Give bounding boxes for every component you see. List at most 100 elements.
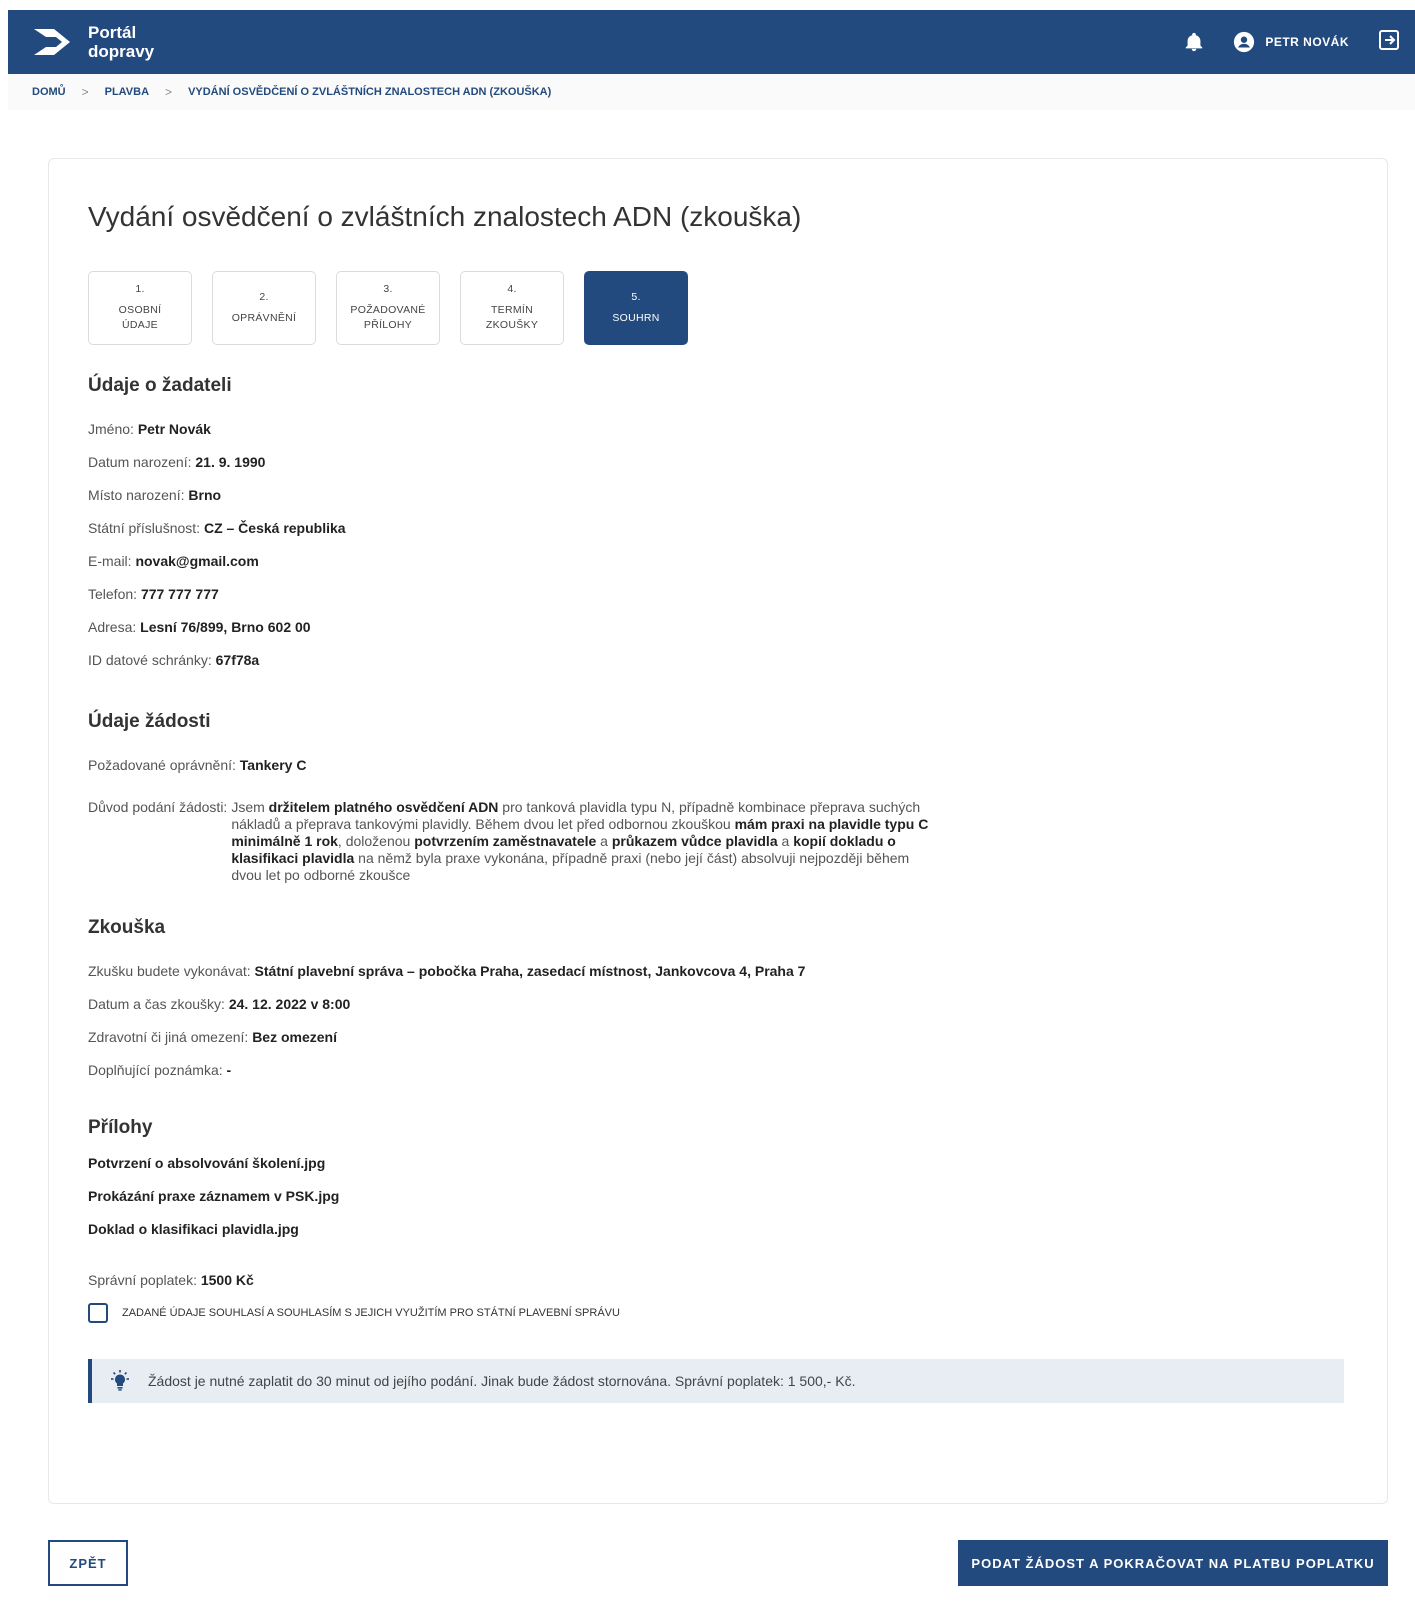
breadcrumb-separator-icon: > <box>81 85 89 99</box>
applicant-name-row: Jméno: Petr Novák <box>88 421 211 437</box>
field-label: Správní poplatek: <box>88 1272 197 1288</box>
field-label: Státní příslušnost: <box>88 520 201 536</box>
attachment-file[interactable]: Potvrzení o absolvování školení.jpg <box>88 1155 325 1171</box>
top-header: Portál dopravy PETR NOVÁK <box>8 10 1415 74</box>
reason-row: Důvod podání žádosti: Jsem držitelem pla… <box>88 799 943 884</box>
step-number: 5. <box>631 290 641 303</box>
step-5[interactable]: 5. SOUHRN <box>584 271 688 345</box>
field-value: 24. 12. 2022 v 8:00 <box>228 996 351 1012</box>
step-3[interactable]: 3. POŽADOVANÉ PŘÍLOHY <box>336 271 440 345</box>
breadcrumb-home[interactable]: DOMŮ <box>32 86 66 98</box>
user-menu[interactable]: PETR NOVÁK <box>1233 31 1349 53</box>
step-1[interactable]: 1. OSOBNÍ ÚDAJE <box>88 271 192 345</box>
logo-text: Portál dopravy <box>88 23 154 61</box>
step-label: SOUHRN <box>612 311 660 324</box>
logo-icon <box>34 29 70 55</box>
reason-part: průkazem vůdce plavidla <box>611 833 778 849</box>
applicant-databox-row: ID datové schránky: 67f78a <box>88 652 259 668</box>
logo-line2: dopravy <box>88 42 155 61</box>
stepper: 1. OSOBNÍ ÚDAJE 2. OPRÁVNĚNÍ 3. POŽADOVA… <box>88 271 708 345</box>
step-number: 3. <box>383 283 393 295</box>
applicant-phone-row: Telefon: 777 777 777 <box>88 586 219 602</box>
field-label: Telefon: <box>88 586 138 602</box>
consent-row: ZADANÉ ÚDAJE SOUHLASÍ A SOUHLASÍM S JEJI… <box>88 1303 620 1323</box>
header-actions: PETR NOVÁK <box>1183 28 1401 57</box>
payment-info-text: Žádost je nutné zaplatit do 30 minut od … <box>148 1373 856 1389</box>
reason-part: , doloženou <box>337 833 415 849</box>
field-value: Státní plavební správa – pobočka Praha, … <box>254 963 806 979</box>
submit-and-pay-button[interactable]: PODAT ŽÁDOST A POKRAČOVAT NA PLATBU POPL… <box>958 1540 1388 1586</box>
logout-button[interactable] <box>1377 28 1401 57</box>
field-value: 67f78a <box>215 652 260 668</box>
back-button[interactable]: ZPĚT <box>48 1540 128 1586</box>
page: Portál dopravy PETR NOVÁK DOMŮ > PLAVBA … <box>0 0 1415 1610</box>
page-title: Vydání osvědčení o zvláštních znalostech… <box>88 201 802 232</box>
request-heading: Údaje žádosti <box>88 711 211 732</box>
applicant-nationality-row: Státní příslušnost: CZ – Česká republika <box>88 520 346 536</box>
logo-line1: Portál <box>88 23 137 42</box>
step-number: 4. <box>507 283 517 295</box>
applicant-heading: Údaje o žadateli <box>88 375 232 396</box>
reason-part: Jsem <box>231 799 269 815</box>
field-label: Datum narození: <box>88 454 192 470</box>
bell-icon[interactable] <box>1183 31 1205 53</box>
step-label: OPRÁVNĚNÍ <box>231 311 297 324</box>
step-label: OSOBNÍ ÚDAJE <box>118 304 162 331</box>
exam-heading: Zkouška <box>88 917 166 938</box>
applicant-birthdate-row: Datum narození: 21. 9. 1990 <box>88 454 265 470</box>
field-value: novak@gmail.com <box>135 553 259 569</box>
field-value: Tankery C <box>239 757 307 773</box>
field-value: 21. 9. 1990 <box>195 454 266 470</box>
step-2[interactable]: 2. OPRÁVNĚNÍ <box>212 271 316 345</box>
reason-part: a <box>777 833 794 849</box>
field-label: Zkušku budete vykonávat: <box>88 963 251 979</box>
user-name: PETR NOVÁK <box>1265 35 1349 49</box>
field-label: ID datové schránky: <box>88 652 212 668</box>
reason-part: potvrzením zaměstnavatele <box>414 833 597 849</box>
field-label: E-mail: <box>88 553 132 569</box>
field-label: Adresa: <box>88 619 137 635</box>
attachment-file[interactable]: Doklad o klasifikaci plavidla.jpg <box>88 1221 299 1237</box>
field-value: 1500 Kč <box>200 1272 254 1288</box>
field-value: - <box>226 1062 232 1078</box>
portal-logo[interactable]: Portál dopravy <box>32 23 154 61</box>
exam-note-row: Doplňující poznámka: - <box>88 1062 231 1078</box>
step-number: 1. <box>135 283 145 295</box>
reason-part: držitelem platného osvědčení ADN <box>268 799 499 815</box>
user-avatar-icon <box>1234 31 1255 53</box>
consent-checkbox[interactable] <box>88 1303 108 1323</box>
field-label: Jméno: <box>88 421 134 437</box>
exam-restrictions-row: Zdravotní či jiná omezení: Bez omezení <box>88 1029 337 1045</box>
breadcrumb-current[interactable]: VYDÁNÍ OSVĚDČENÍ O ZVLÁŠTNÍCH ZNALOSTECH… <box>188 86 551 98</box>
step-number: 2. <box>259 290 269 303</box>
attachment-file[interactable]: Prokázání praxe záznamem v PSK.jpg <box>88 1188 339 1204</box>
field-value: Lesní 76/899, Brno 602 00 <box>140 619 311 635</box>
exam-location-row: Zkušku budete vykonávat: Státní plavební… <box>88 963 805 979</box>
step-label: TERMÍN ZKOUŠKY <box>485 304 539 331</box>
field-value: CZ – Česká republika <box>203 520 346 536</box>
applicant-address-row: Adresa: Lesní 76/899, Brno 602 00 <box>88 619 311 635</box>
main-card: Vydání osvědčení o zvláštních znalostech… <box>48 158 1388 1504</box>
applicant-birthplace-row: Místo narození: Brno <box>88 487 221 503</box>
field-value: 777 777 777 <box>140 586 219 602</box>
fee-row: Správní poplatek: 1500 Kč <box>88 1272 254 1288</box>
field-label: Požadované oprávnění: <box>88 757 236 773</box>
field-value: Petr Novák <box>137 421 211 437</box>
reason-text: Jsem držitelem platného osvědčení ADN pr… <box>231 799 943 884</box>
breadcrumb: DOMŮ > PLAVBA > VYDÁNÍ OSVĚDČENÍ O ZVLÁŠ… <box>8 74 1415 110</box>
step-4[interactable]: 4. TERMÍN ZKOUŠKY <box>460 271 564 345</box>
field-label: Datum a čas zkoušky: <box>88 996 225 1012</box>
field-label: Místo narození: <box>88 487 185 503</box>
field-label: Důvod podání žádosti: <box>88 799 228 815</box>
logout-icon <box>1379 29 1399 50</box>
permission-row: Požadované oprávnění: Tankery C <box>88 757 306 773</box>
breadcrumb-separator-icon: > <box>165 85 173 99</box>
consent-label: ZADANÉ ÚDAJE SOUHLASÍ A SOUHLASÍM S JEJI… <box>122 1307 620 1319</box>
field-value: Bez omezení <box>252 1029 337 1045</box>
breadcrumb-plavba[interactable]: PLAVBA <box>105 86 149 98</box>
lightbulb-icon <box>111 1370 129 1391</box>
field-value: Brno <box>188 487 222 503</box>
exam-datetime-row: Datum a čas zkoušky: 24. 12. 2022 v 8:00 <box>88 996 350 1012</box>
attachments-heading: Přílohy <box>88 1117 153 1138</box>
payment-info-box: Žádost je nutné zaplatit do 30 minut od … <box>88 1359 1344 1403</box>
